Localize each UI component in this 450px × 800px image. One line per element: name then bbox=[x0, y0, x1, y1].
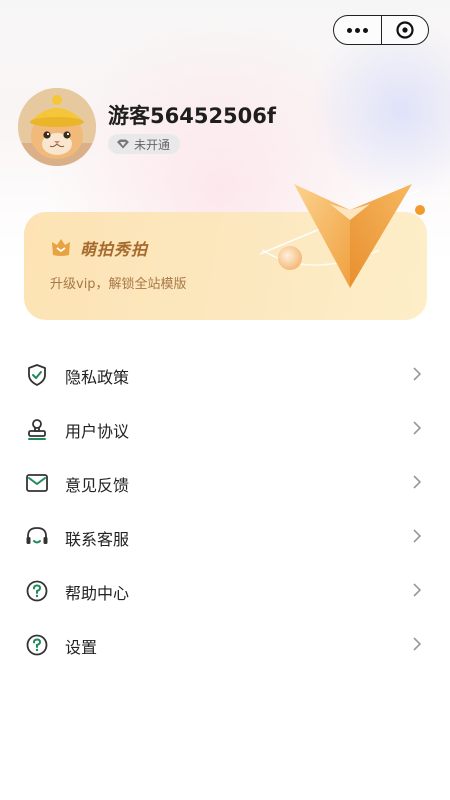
vip-status-text: 未开通 bbox=[134, 137, 171, 152]
menu-item-feedback[interactable]: 意见反馈 bbox=[0, 456, 450, 510]
menu-item-label: 隐私政策 bbox=[65, 368, 130, 387]
crown-icon bbox=[52, 239, 70, 256]
shield-check-icon bbox=[28, 364, 46, 386]
menu-item-label: 联系客服 bbox=[65, 530, 130, 549]
menu-item-label: 帮助中心 bbox=[65, 584, 130, 603]
vip-upgrade-card[interactable]: 萌拍秀拍 升级vip，解锁全站模版 bbox=[24, 184, 427, 320]
menu-item-label: 用户协议 bbox=[65, 422, 130, 441]
cat-avatar-icon bbox=[18, 88, 96, 166]
headset-icon bbox=[26, 527, 48, 544]
vip-status-badge[interactable]: 未开通 bbox=[108, 134, 181, 154]
help-circle-icon bbox=[26, 580, 48, 602]
menu-item-label: 意见反馈 bbox=[65, 476, 130, 495]
help-circle-icon bbox=[26, 634, 48, 656]
menu-item-customer-service[interactable]: 联系客服 bbox=[0, 510, 450, 564]
more-dots-icon[interactable] bbox=[334, 16, 381, 44]
chevron-right-icon bbox=[413, 421, 422, 435]
chevron-right-icon bbox=[413, 529, 422, 543]
chevron-right-icon bbox=[413, 637, 422, 651]
username: 游客56452506f bbox=[108, 104, 277, 128]
envelope-icon bbox=[26, 474, 48, 492]
menu-item-privacy-policy[interactable]: 隐私政策 bbox=[0, 348, 450, 402]
close-circle-icon[interactable] bbox=[382, 16, 428, 44]
menu-item-settings[interactable]: 设置 bbox=[0, 618, 450, 672]
vip-card-subtitle: 升级vip，解锁全站模版 bbox=[50, 277, 187, 292]
vip-v-logo-icon bbox=[259, 184, 425, 288]
chevron-right-icon bbox=[413, 367, 422, 381]
vip-card-title: 萌拍秀拍 bbox=[80, 240, 149, 259]
settings-menu: 隐私政策 用户协议 意见反馈 联系客服 帮助中心 设置 bbox=[0, 348, 450, 672]
user-stamp-icon bbox=[28, 419, 46, 440]
menu-item-label: 设置 bbox=[65, 638, 98, 657]
menu-item-user-agreement[interactable]: 用户协议 bbox=[0, 402, 450, 456]
chevron-right-icon bbox=[413, 583, 422, 597]
mini-program-capsule bbox=[333, 15, 429, 45]
vip-diamond-icon bbox=[117, 139, 129, 149]
chevron-right-icon bbox=[413, 475, 422, 489]
menu-item-help-center[interactable]: 帮助中心 bbox=[0, 564, 450, 618]
avatar[interactable] bbox=[18, 88, 96, 166]
